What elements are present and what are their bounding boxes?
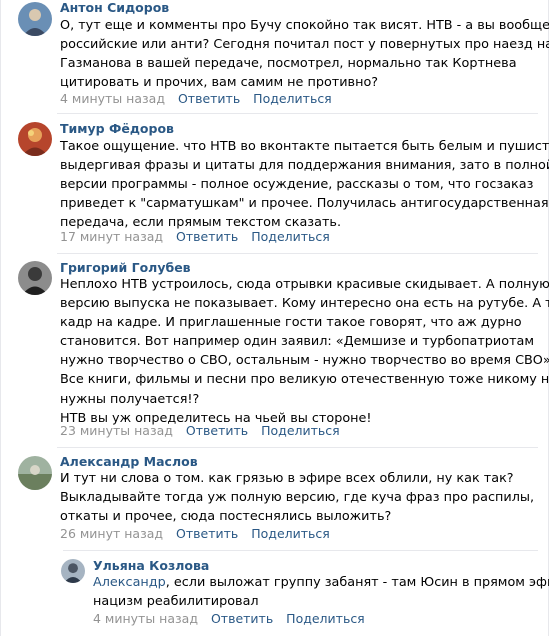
reply-button[interactable]: Ответить	[211, 611, 273, 626]
share-button[interactable]: Поделиться	[253, 91, 332, 106]
comment-timestamp[interactable]: 4 минуты назад	[60, 91, 165, 106]
share-button[interactable]: Поделиться	[261, 423, 340, 438]
divider	[57, 253, 538, 254]
share-button[interactable]: Поделиться	[286, 611, 365, 626]
comment-timestamp[interactable]: 26 минут назад	[60, 526, 163, 541]
share-button[interactable]: Поделиться	[251, 229, 330, 244]
comment-text: Неплохо НТВ устроилось, сюда отрывки кра…	[60, 275, 549, 428]
comment-text-line: цитировать и прочих, вам самим не против…	[60, 75, 379, 91]
comment-text-line: становится. Вот например один заявил: «Д…	[60, 334, 535, 350]
comment-text: Александр, если выложат группу забанят -…	[93, 573, 549, 611]
divider	[57, 113, 538, 114]
comment-text: И тут ни слова о том. как грязью в эфире…	[60, 469, 534, 526]
comment-text-line: нужно творчество о СВО, остальным - нужн…	[60, 353, 549, 369]
reply-button[interactable]: Ответить	[186, 423, 248, 438]
comment-text-line: Все книги, фильмы и песни про великую от…	[60, 372, 549, 388]
avatar-grigoriy-icon[interactable]	[18, 261, 52, 295]
comment-meta: 4 минуты назад Ответить Поделиться	[93, 611, 374, 626]
comment-text-line: О, тут еще и комменты про Бучу спокойно …	[60, 18, 549, 33]
comment-author[interactable]: Александр Маслов	[60, 454, 198, 469]
comment-timestamp[interactable]: 23 минуты назад	[60, 423, 173, 438]
comment-text: О, тут еще и комменты про Бучу спокойно …	[60, 16, 549, 92]
comment-text-line: версии программы - полное осуждение, рас…	[60, 177, 534, 193]
avatar-ulyana-icon[interactable]	[61, 559, 85, 583]
comment-author[interactable]: Ульяна Козлова	[93, 558, 209, 573]
comment-text-line: Александр, если выложат группу забанят -…	[93, 573, 549, 592]
comment-text: Такое ощущение. что НТВ во вконтакте пыт…	[60, 137, 549, 232]
comment-text-line: И тут ни слова о том. как грязью в эфире…	[60, 471, 514, 486]
divider	[63, 550, 538, 551]
mention-link[interactable]: Александр	[93, 575, 166, 590]
comment-timestamp[interactable]: 4 минуты назад	[93, 611, 198, 626]
comment-text-line: откаты и прочее, сюда постеснялись вылож…	[60, 509, 392, 525]
comment-text-line: нужны получается!?	[60, 391, 200, 407]
comment-author[interactable]: Тимур Фёдоров	[60, 121, 174, 136]
avatar-anton-icon[interactable]	[18, 2, 52, 36]
comment-author[interactable]: Григорий Голубев	[60, 260, 191, 275]
comment-meta: 23 минуты назад Ответить Поделиться	[60, 423, 349, 438]
reply-button[interactable]: Ответить	[178, 91, 240, 106]
avatar-aleksandr-icon[interactable]	[18, 456, 52, 490]
comment-meta: 26 минут назад Ответить Поделиться	[60, 526, 339, 541]
comments-feed: Антон Сидоров О, тут еще и комменты про …	[0, 0, 549, 636]
comment-text-line: версию выпуска не показывает. Кому интер…	[60, 296, 549, 312]
comment-author[interactable]: Антон Сидоров	[60, 0, 169, 15]
reply-button[interactable]: Ответить	[176, 526, 238, 541]
comment-text-line: Неплохо НТВ устроилось, сюда отрывки кра…	[60, 277, 549, 292]
share-button[interactable]: Поделиться	[251, 526, 330, 541]
comment-text-fragment: , если выложат группу забанят - там Юсин…	[165, 575, 549, 590]
comment-text-line: приведет к "сарматушкам" и прочее. Получ…	[60, 196, 549, 212]
comment-meta: 17 минут назад Ответить Поделиться	[60, 229, 339, 244]
comment-text-line: Газманова в вашей передаче, посмотрел, н…	[60, 56, 517, 72]
comment-meta: 4 минуты назад Ответить Поделиться	[60, 91, 341, 106]
comment-text-line: выдергивая фразы и цитаты для поддержани…	[60, 158, 549, 174]
avatar-timur-icon[interactable]	[18, 122, 52, 156]
comment-text-line: кадр на кадре. И приглашенные гости тако…	[60, 315, 522, 331]
comment-text-line: Выкладывайте тогда уж полную версию, где…	[60, 490, 535, 506]
comment-text-line: российские или анти? Сегодня почитал пос…	[60, 37, 549, 53]
comment-text-line: нацизм реабилитировал	[93, 594, 259, 610]
comment-timestamp[interactable]: 17 минут назад	[60, 229, 163, 244]
comment-text-line: Такое ощущение. что НТВ во вконтакте пыт…	[60, 139, 549, 154]
divider	[57, 447, 538, 448]
reply-button[interactable]: Ответить	[176, 229, 238, 244]
